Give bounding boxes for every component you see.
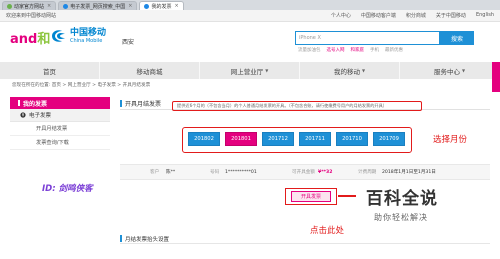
floating-side-tab[interactable] (492, 62, 500, 92)
watermark-logo-subtitle: 助你轻松解决 (374, 213, 428, 222)
hotword-link[interactable]: 最新优惠 (385, 47, 403, 53)
sidebar-group-e-invoice[interactable]: ¥ 电子发票 (10, 109, 110, 122)
hotword-link[interactable]: 和家庭 (351, 47, 365, 53)
nav-item-my-mobile[interactable]: 我的移动 ▼ (300, 62, 400, 79)
browser-tab-1[interactable]: 动家官方网站 × (2, 1, 57, 10)
main-title-label: 开具月结发票 (125, 100, 162, 108)
close-icon[interactable]: × (128, 3, 132, 9)
brand-cn: 中国移动 (70, 28, 107, 38)
amount-label: 可开具金额 (292, 170, 315, 175)
nav-item-mall[interactable]: 移动商城 (100, 62, 200, 79)
region-selector[interactable]: 西安 (122, 37, 134, 46)
site-header: and和 中国移动 China Mobile 西安 iPhone X 搜索 流量… (0, 22, 500, 60)
and-logo[interactable]: and和 (10, 28, 50, 47)
month-button[interactable]: 201711 (299, 132, 331, 146)
brand-en: China Mobile (70, 38, 103, 44)
nav-item-home[interactable]: 首页 (0, 62, 100, 79)
topbar-link-about[interactable]: 关于中国移动 (436, 12, 466, 19)
title-bar-marker (120, 99, 122, 107)
hotword-link[interactable]: 手机 (370, 47, 379, 53)
browser-tab-label: 动家官方网站 (14, 3, 45, 10)
nav-item-online-hall[interactable]: 网上营业厅 ▼ (200, 62, 300, 79)
search-input[interactable]: iPhone X (295, 31, 440, 45)
close-icon[interactable]: × (47, 3, 51, 9)
customer-value: 陈** (166, 170, 176, 175)
nav-item-label: 首页 (43, 67, 56, 76)
watermark-logo: 百科全说 助你轻松解决 (356, 181, 500, 237)
title-bar-marker (18, 100, 20, 106)
number-label: 号码 (210, 170, 220, 175)
title-bar-marker (120, 235, 122, 242)
number-value: 1**********01 (225, 169, 257, 175)
search-button[interactable]: 搜索 (440, 31, 474, 45)
breadcrumb: 您现在所在的位置: 首页 > 网上营业厅 > 电子发票 > 开具月结发票 (12, 83, 151, 88)
topbar-link-personal[interactable]: 个人中心 (331, 12, 351, 19)
month-selector: 201802 201801 201712 201711 201710 20170… (188, 132, 405, 146)
close-icon[interactable]: × (174, 3, 178, 9)
chevron-down-icon: ▼ (361, 68, 366, 73)
hotword-link[interactable]: 选号入网 (327, 47, 345, 53)
browser-tab-2[interactable]: 电子发票_网页搜索_中国 × (58, 1, 138, 10)
topbar-link-english[interactable]: English (476, 12, 494, 19)
page-icon (144, 3, 150, 9)
and-logo-text: and (10, 32, 38, 47)
topbar-link-points[interactable]: 积分商城 (406, 12, 426, 19)
month-button[interactable]: 201709 (373, 132, 405, 146)
sidebar-item-monthly-invoice[interactable]: 开具月结发票 (10, 122, 110, 136)
china-mobile-logo[interactable]: 中国移动 China Mobile (50, 28, 106, 44)
nav-item-label: 移动商城 (136, 67, 163, 76)
section2-label: 月结发票抬头设置 (125, 236, 170, 243)
invoice-sidebar: 我的发票 ¥ 电子发票 开具月结发票 发票查询/下载 (10, 97, 110, 259)
hotword-link[interactable]: 流量加油包 (298, 47, 321, 53)
browser-tab-label: 我的发票 (151, 3, 172, 10)
main-nav: 首页 移动商城 网上营业厅 ▼ 我的移动 ▼ 服务中心 ▼ (0, 62, 500, 79)
chevron-down-icon: ▼ (461, 68, 466, 73)
month-button[interactable]: 201712 (262, 132, 294, 146)
top-info-bar: 欢迎来到中国移动网站 个人中心 中国移动客户端 积分商城 关于中国移动 Engl… (0, 10, 500, 22)
period-value: 2018年1月1日至1月31日 (382, 170, 436, 175)
globe-icon (7, 3, 12, 9)
customer-label: 客户 (150, 170, 160, 175)
browser-tab-strip: 动家官方网站 × 电子发票_网页搜索_中国 × 我的发票 × (0, 0, 500, 10)
nav-item-label: 服务中心 (433, 67, 460, 76)
browser-tab-3[interactable]: 我的发票 × (139, 1, 184, 10)
he-logo-text: 和 (37, 32, 51, 47)
watermark-author-id: ID: 剑鸣侠客 (42, 184, 93, 194)
browser-tab-label: 电子发票_网页搜索_中国 (70, 3, 126, 10)
invoice-info-row: 客户 陈** 号码 1**********01 可开具金额 ¥**32 计费周期… (120, 164, 490, 180)
topbar-link-client[interactable]: 中国移动客户端 (361, 12, 396, 19)
sidebar-title-label: 我的发票 (23, 100, 48, 108)
month-button-selected[interactable]: 201801 (225, 132, 257, 146)
nav-item-label: 网上营业厅 (230, 67, 264, 76)
month-button[interactable]: 201710 (336, 132, 368, 146)
month-button[interactable]: 201802 (188, 132, 220, 146)
watermark-logo-title: 百科全说 (366, 189, 438, 209)
sidebar-group-label: 电子发票 (29, 113, 52, 119)
invoice-button-highlight: 开具发票 (285, 188, 337, 205)
chevron-down-icon: ▼ (265, 68, 269, 73)
amount-value: ¥**32 (318, 169, 333, 175)
svg-text:¥: ¥ (22, 113, 25, 118)
search-icon (63, 3, 69, 9)
nav-item-label: 我的移动 (333, 67, 360, 76)
issue-invoice-button[interactable]: 开具发票 (291, 191, 331, 202)
welcome-text: 欢迎来到中国移动网站 (6, 13, 57, 19)
invoice-icon: ¥ (20, 112, 26, 118)
sidebar-title: 我的发票 (10, 97, 110, 109)
china-mobile-logo-icon (52, 30, 65, 42)
period-label: 计费周期 (358, 170, 377, 175)
annotation-select-month: 选择月份 (433, 135, 468, 145)
nav-item-service[interactable]: 服务中心 ▼ (400, 62, 500, 79)
hot-search-words: 流量加油包 选号入网 和家庭 手机 最新优惠 (298, 47, 403, 53)
invoice-notice: 提供近6个月的（不包含当月）的个人普通月结发票的开具。（不包含合账，请行使缴费号… (172, 101, 422, 111)
sidebar-item-invoice-query[interactable]: 发票查询/下载 (10, 136, 110, 150)
